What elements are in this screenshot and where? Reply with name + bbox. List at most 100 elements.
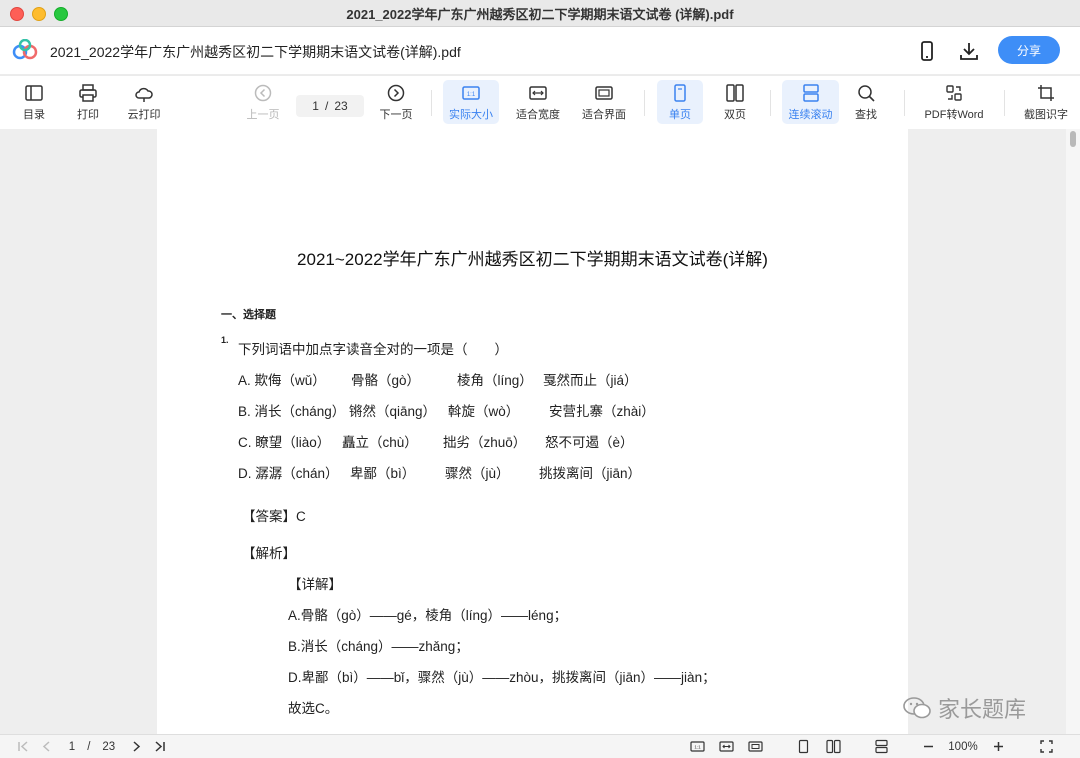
continuous-scroll-label: 连续滚动: [788, 108, 833, 121]
single-page-icon: [798, 739, 808, 754]
fit-width-button[interactable]: 适合宽度: [511, 80, 565, 124]
fit-width-label: 适合宽度: [516, 108, 560, 121]
option-word: 怒不可遏（è）: [545, 435, 634, 450]
option-word: 拙劣（zhuō）: [443, 435, 527, 450]
app-header: 2021_2022学年广东广州越秀区初二下学期期末语文试卷(详解).pdf 分享: [0, 27, 1080, 74]
minimize-window-button[interactable]: [32, 7, 46, 21]
option-a: A. 欺侮（wǔ） 骨骼（gò） 棱角（líng） 戛然而止（jiá）: [238, 369, 638, 389]
detail-label: 【详解】: [288, 577, 342, 592]
next-page-small-button[interactable]: [128, 738, 144, 755]
sidebar-icon: [25, 84, 43, 101]
zoom-in-button[interactable]: [990, 738, 1006, 755]
single-page-label: 单页: [669, 108, 691, 121]
option-word: 骤然（jù）: [445, 466, 510, 481]
wechat-icon: [903, 697, 931, 719]
zoom-window-button[interactable]: [54, 7, 68, 21]
ocr-button[interactable]: 截图识字: [1018, 80, 1074, 124]
status-double-page-button[interactable]: [823, 738, 843, 755]
option-word: 棱角（líng）: [457, 373, 533, 388]
fit-page-button[interactable]: 适合界面: [577, 80, 631, 124]
detail-line: D.卑鄙（bì）——bǐ，骤然（jù）——zhòu，挑拨离间（jiān）——ji…: [288, 670, 716, 685]
fullscreen-icon: [1039, 740, 1053, 753]
double-page-button[interactable]: 双页: [713, 80, 757, 124]
zoom-out-button[interactable]: [920, 738, 936, 755]
page-current: 1: [312, 99, 319, 113]
prev-page-button[interactable]: 上一页: [240, 80, 286, 124]
watermark-text: 家长题库: [938, 697, 1027, 722]
cloud-print-label: 云打印: [127, 108, 161, 121]
page-number-input[interactable]: 1 / 23: [296, 95, 364, 117]
double-page-label: 双页: [724, 108, 746, 121]
actual-size-label: 实际大小: [449, 108, 493, 121]
actual-size-button[interactable]: 1:1 实际大小: [443, 80, 499, 124]
detail-line: B.消长（cháng）——zhǎng；: [288, 639, 469, 654]
answer-line: 【答案】C: [242, 505, 306, 525]
option-word: 矗立（chù）: [342, 435, 418, 450]
search-icon: [858, 84, 875, 102]
toolbar-divider: [644, 90, 645, 116]
phone-icon[interactable]: [916, 40, 938, 62]
pdf-to-word-label: PDF转Word: [924, 108, 984, 121]
svg-text:1:1: 1:1: [694, 745, 701, 750]
status-actual-size-button[interactable]: 1:1: [688, 738, 706, 755]
window-title: 2021_2022学年广东广州越秀区初二下学期期末语文试卷 (详解).pdf: [346, 6, 734, 22]
cloud-print-button[interactable]: 云打印: [120, 80, 168, 124]
option-word: D. 潺潺（chán）: [238, 466, 339, 481]
status-bar: 1 / 23 1:1 100%: [0, 734, 1080, 758]
window-controls: [10, 7, 68, 21]
toc-button[interactable]: 目录: [14, 80, 54, 124]
status-page-total: 23: [102, 740, 116, 753]
svg-text:1:1: 1:1: [467, 92, 476, 98]
zoom-level[interactable]: 100%: [944, 738, 982, 755]
minus-icon: [923, 745, 933, 748]
status-single-page-button[interactable]: [794, 738, 812, 755]
option-word: 锵然（qiāng）: [349, 404, 437, 419]
status-continuous-button[interactable]: [872, 738, 890, 755]
chevron-left-circle-icon: [254, 84, 272, 101]
find-button[interactable]: 查找: [846, 80, 886, 124]
status-fit-page-button[interactable]: [746, 738, 764, 755]
section-heading: 一、选择题: [221, 309, 276, 321]
print-button[interactable]: 打印: [68, 80, 108, 124]
status-page-current: 1: [68, 740, 76, 753]
single-page-button[interactable]: 单页: [657, 80, 703, 124]
pdf-to-word-button[interactable]: PDF转Word: [918, 80, 990, 124]
first-page-button[interactable]: [14, 738, 32, 755]
continuous-scroll-button[interactable]: 连续滚动: [782, 80, 839, 124]
find-label: 查找: [855, 108, 877, 121]
scrollbar-thumb[interactable]: [1070, 131, 1076, 147]
detail-line: A.骨骼（gò）——gé，棱角（líng）——léng；: [288, 608, 568, 623]
printer-icon: [79, 83, 97, 102]
toolbar-divider: [1004, 90, 1005, 116]
fit-width-icon: [718, 741, 734, 752]
question-number: 1.: [221, 335, 229, 345]
file-name: 2021_2022学年广东广州越秀区初二下学期期末语文试卷(详解).pdf: [50, 44, 461, 60]
chevron-left-icon: [42, 741, 50, 752]
question-text: 下列词语中加点字读音全对的一项是（ ）: [238, 342, 508, 357]
last-page-button[interactable]: [150, 738, 168, 755]
cloud-icon: [135, 87, 153, 102]
status-page-indicator[interactable]: 1 / 23: [62, 738, 122, 755]
fullscreen-button[interactable]: [1037, 738, 1055, 755]
option-word: 骨骼（gò）: [351, 373, 421, 388]
prev-page-small-button[interactable]: [38, 738, 54, 755]
close-window-button[interactable]: [10, 7, 24, 21]
next-page-button[interactable]: 下一页: [373, 80, 419, 124]
document-title: 2021~2022学年广东广州越秀区初二下学期期末语文试卷(详解): [297, 250, 768, 269]
page-separator: /: [324, 99, 329, 113]
fit-page-icon: [595, 85, 613, 100]
convert-icon: [946, 84, 962, 101]
single-page-icon: [674, 83, 686, 102]
actual-size-icon: 1:1: [689, 741, 705, 752]
pdf-page: 2021~2022学年广东广州越秀区初二下学期期末语文试卷(详解) 一、选择题 …: [157, 129, 908, 734]
share-button[interactable]: 分享: [998, 36, 1060, 64]
option-d: D. 潺潺（chán） 卑鄙（bì） 骤然（jù） 挑拨离间（jiān）: [238, 462, 641, 482]
status-fit-width-button[interactable]: [717, 738, 735, 755]
window-titlebar: 2021_2022学年广东广州越秀区初二下学期期末语文试卷 (详解).pdf: [0, 0, 1080, 27]
ocr-label: 截图识字: [1024, 108, 1068, 121]
document-viewport[interactable]: 2021~2022学年广东广州越秀区初二下学期期末语文试卷(详解) 一、选择题 …: [0, 129, 1080, 734]
fit-page-label: 适合界面: [582, 108, 626, 121]
vertical-scrollbar[interactable]: [1066, 129, 1080, 734]
option-word: C. 瞭望（liào）: [238, 435, 331, 450]
download-icon[interactable]: [958, 40, 980, 62]
